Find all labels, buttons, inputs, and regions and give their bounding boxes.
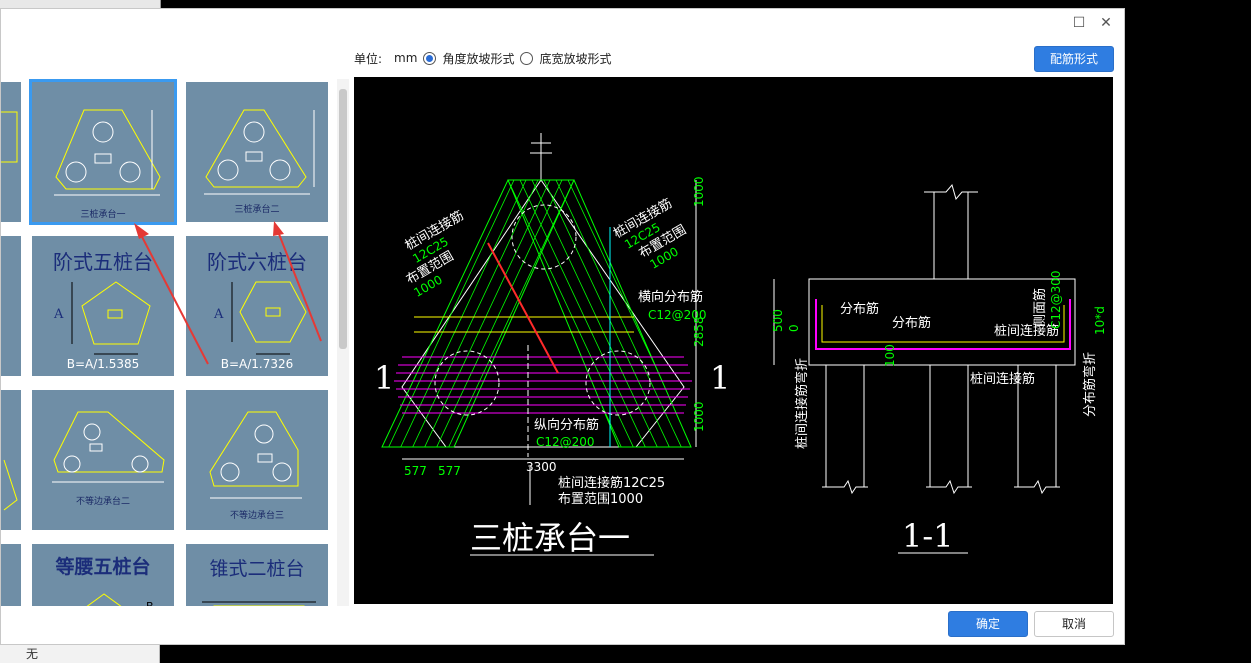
thumbnail-caption: 三桩承台二 <box>234 205 280 215</box>
radio-width[interactable] <box>520 51 534 65</box>
background-cad-area <box>1125 8 1251 645</box>
dim-577-right: 577 <box>438 464 461 478</box>
sec-label-dist1: 分布筋 <box>840 301 879 317</box>
ok-button[interactable]: 确定 <box>948 611 1028 637</box>
sec-label-side: 侧面筋 <box>1032 288 1048 327</box>
sec-label-conn2: 桩间连接筋 <box>970 371 1035 387</box>
sec-dim-500: 500 <box>771 309 785 332</box>
thumbnail-three-pile-cap-1-drawing <box>54 109 161 196</box>
cancel-button[interactable]: 取消 <box>1034 611 1114 637</box>
cap-type-dialog: ☐ ✕ 单位: mm 角度放坡形式 底宽放坡形式 配筋形式 三桩承台一 三桩承台… <box>0 8 1125 645</box>
thumbnail-three-pile-cap-1[interactable]: 三桩承台一 <box>29 79 177 225</box>
thumbnail-three-pile-cap-2[interactable]: 三桩承台二 <box>186 82 328 222</box>
sec-label-dist-bent: 分布筋弯折 <box>1082 352 1098 417</box>
thumbnail-r3c1[interactable] <box>1 390 21 530</box>
thumbnail-formula: B=A/1.5385 <box>66 357 140 371</box>
grid-scrollbar[interactable] <box>337 79 349 606</box>
thumbnail-cone-two-pile[interactable]: 锥式二桩台 <box>186 544 328 606</box>
label-longitudinal: 纵向分布筋 <box>534 417 599 433</box>
dim-577-left: 577 <box>404 464 427 478</box>
thumbnail-r4c1[interactable] <box>1 544 21 606</box>
thumbnail-isosceles-five-pile-drawing: B <box>86 593 154 606</box>
dim-1000-top: 1000 <box>692 176 706 207</box>
close-icon[interactable]: ✕ <box>1098 15 1114 31</box>
sec-label-10d: 10*d <box>1093 306 1107 335</box>
thumbnail-cone-two-pile-drawing <box>202 601 316 606</box>
thumbnail-stepped-six-pile-drawing: A <box>213 281 307 355</box>
maximize-icon[interactable]: ☐ <box>1071 15 1087 31</box>
thumbnail-formula: B=A/1.7326 <box>220 357 294 371</box>
scrollbar-thumb[interactable] <box>339 89 347 349</box>
unit-value: mm <box>394 51 418 65</box>
background-list-cell: 无 <box>0 645 160 663</box>
thumbnail-three-pile-cap-2-drawing <box>204 109 315 195</box>
thumbnail-stepped-five-pile-drawing: A <box>53 281 151 355</box>
label-c12-longitudinal: C12@200 <box>536 435 595 449</box>
drawing-preview: 1000 2858 1000 577 577 3300 1 1 桩间连接筋 12… <box>354 77 1113 604</box>
thumbnail-isosceles-five-pile[interactable]: 等腰五桩台 B <box>32 544 174 606</box>
background-app-strip <box>0 0 1251 8</box>
section-title: 1-1 <box>902 517 954 555</box>
unit-label: 单位: <box>354 51 383 66</box>
svg-text:A: A <box>213 307 224 322</box>
section-mark-left: 1 <box>374 359 394 397</box>
thumbnail-r3c1-drawing <box>3 459 18 511</box>
label-bottom-range: 布置范围1000 <box>558 492 643 507</box>
radio-width-label[interactable]: 底宽放坡形式 <box>539 50 611 67</box>
rebar-form-button[interactable]: 配筋形式 <box>1034 46 1114 72</box>
plan-title: 三桩承台一 <box>470 519 630 557</box>
dim-3300: 3300 <box>526 460 557 474</box>
sec-label-dist2: 分布筋 <box>892 315 931 331</box>
options-toolbar: 单位: mm 角度放坡形式 底宽放坡形式 <box>354 49 611 67</box>
thumbnail-caption: 不等边承台三 <box>229 511 284 521</box>
thumbnail-r1c1-drawing <box>1 111 18 163</box>
svg-text:B: B <box>146 600 154 606</box>
thumbnail-unequal-cap-2[interactable]: 不等边承台二 <box>32 390 174 530</box>
thumbnail-stepped-six-pile[interactable]: 阶式六桩台 A B=A/1.7326 <box>186 236 328 376</box>
thumbnail-r1c1[interactable] <box>1 82 21 222</box>
sec-dim-0: 0 <box>787 324 801 332</box>
svg-text:A: A <box>53 307 64 322</box>
background-tab <box>0 0 161 8</box>
radio-angle[interactable] <box>423 51 437 65</box>
radio-angle-label[interactable]: 角度放坡形式 <box>442 50 514 67</box>
thumbnail-unequal-cap-3[interactable]: 不等边承台三 <box>186 390 328 530</box>
thumbnail-grid[interactable]: 三桩承台一 三桩承台二 阶式五桩台 A B=A/1.5385 阶式六桩台 A B… <box>1 79 337 606</box>
background-status-strip <box>0 645 1251 663</box>
sec-dim-100: 100 <box>883 344 897 367</box>
thumbnail-r2c1[interactable] <box>1 236 21 376</box>
cad-drawing: 1000 2858 1000 577 577 3300 1 1 桩间连接筋 12… <box>374 133 1107 557</box>
sec-label-c12: C12@300 <box>1049 270 1063 329</box>
dim-1000-bottom: 1000 <box>692 401 706 432</box>
thumbnail-caption: 三桩承台一 <box>80 210 126 220</box>
thumbnail-stepped-five-pile[interactable]: 阶式五桩台 A B=A/1.5385 <box>32 236 174 376</box>
sec-label-bent: 桩间连接筋弯折 <box>794 358 810 449</box>
section-mark-right: 1 <box>710 359 730 397</box>
label-c12-transverse: C12@200 <box>648 308 707 322</box>
label-transverse: 横向分布筋 <box>638 289 703 305</box>
thumbnail-unequal-cap-2-drawing <box>52 411 165 483</box>
label-bottom-conn: 桩间连接筋12C25 <box>558 475 665 491</box>
thumbnail-caption: 不等边承台二 <box>75 497 130 507</box>
